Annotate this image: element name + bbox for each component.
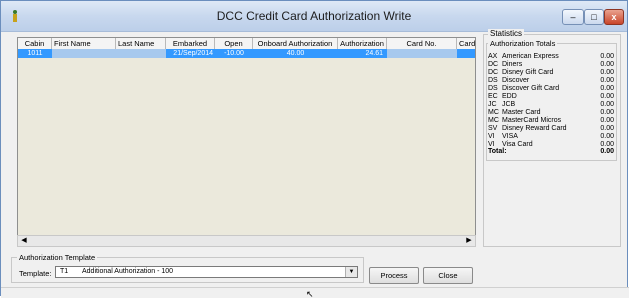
stat-row: SV Disney Reward Card 0.00 <box>488 125 614 133</box>
stat-code: AX <box>488 53 498 60</box>
mouse-cursor-icon: ↖ <box>306 289 314 299</box>
stat-name: Discover <box>502 77 530 84</box>
stat-value: 0.00 <box>600 77 614 84</box>
stat-value: 0.00 <box>600 69 614 76</box>
maximize-icon: □ <box>591 12 597 22</box>
stat-value: 0.00 <box>600 117 614 124</box>
stat-row: AX American Express 0.00 <box>488 53 614 61</box>
close-button[interactable]: Close <box>423 267 473 284</box>
scroll-right-icon[interactable]: ▶ <box>463 236 475 246</box>
stat-name: Disney Reward Card <box>502 125 567 132</box>
stat-name: MasterCard Micros <box>502 117 562 124</box>
stat-name: Discover Gift Card <box>502 85 560 92</box>
statistics-caption: Statistics <box>488 29 525 38</box>
cell-card <box>457 49 475 58</box>
stat-row: DS Discover 0.00 <box>488 77 614 85</box>
minimize-icon: – <box>570 12 576 22</box>
authorization-template-group: Authorization Template Template: T1 Addi… <box>11 253 364 283</box>
stat-code: JC <box>488 101 497 108</box>
column-header-onboard-authorization[interactable]: Onboard Authorization <box>253 38 338 49</box>
column-header-first-name[interactable]: First Name <box>52 38 116 49</box>
stat-code: SV <box>488 125 498 132</box>
status-bar <box>1 287 629 298</box>
minimize-button[interactable]: – <box>562 9 584 25</box>
stat-code: DC <box>488 69 499 76</box>
cell-open: -10.00 <box>215 49 253 58</box>
stat-value: 0.00 <box>600 101 614 108</box>
close-window-button[interactable]: x <box>604 9 624 25</box>
column-header-authorization[interactable]: Authorization <box>338 38 387 49</box>
template-select[interactable]: T1 Additional Authorization - 100 ▼ <box>55 266 358 278</box>
stat-value: 0.00 <box>600 93 614 100</box>
cell-card-no <box>387 49 457 58</box>
total-label: Total: <box>488 148 507 155</box>
cell-first-name <box>52 49 116 58</box>
column-header-last-name[interactable]: Last Name <box>116 38 166 49</box>
stat-row: EC EDD 0.00 <box>488 93 614 101</box>
horizontal-scrollbar[interactable]: ◀ ▶ <box>17 235 476 247</box>
scroll-left-icon[interactable]: ◀ <box>18 236 30 246</box>
total-value: 0.00 <box>600 148 614 155</box>
column-header-cabin[interactable]: Cabin <box>18 38 52 49</box>
total-row: Total: 0.00 <box>488 147 614 156</box>
maximize-button[interactable]: □ <box>584 9 604 25</box>
table-row[interactable]: 1011 21/Sep/2014 -10.00 40.00 24.61 <box>18 49 475 58</box>
cell-authorization: 24.61 <box>338 49 387 58</box>
stat-name: JCB <box>502 101 516 108</box>
template-label: Template: <box>19 269 52 278</box>
stat-row: DC Diners 0.00 <box>488 61 614 69</box>
template-caption: Authorization Template <box>17 253 98 262</box>
cell-cabin: 1011 <box>18 49 52 58</box>
column-header-card[interactable]: Card <box>457 38 475 49</box>
column-header-embarked[interactable]: Embarked <box>166 38 215 49</box>
chevron-down-icon[interactable]: ▼ <box>345 267 357 277</box>
column-header-open[interactable]: Open <box>215 38 253 49</box>
window-title: DCC Credit Card Authorization Write <box>216 9 412 23</box>
stat-row: DC Disney Gift Card 0.00 <box>488 69 614 77</box>
guest-grid[interactable]: Cabin First Name Last Name Embarked Open… <box>17 37 476 247</box>
stat-value: 0.00 <box>600 133 614 140</box>
stat-code: VI <box>488 133 495 140</box>
authorization-totals-caption: Authorization Totals <box>488 39 558 48</box>
statistics-panel: Statistics Authorization Totals AX Americ… <box>480 29 621 247</box>
stat-value: 0.00 <box>600 85 614 92</box>
stat-row: MC MasterCard Micros 0.00 <box>488 117 614 125</box>
stat-name: Master Card <box>502 109 541 116</box>
stat-name: EDD <box>502 93 517 100</box>
stat-row: DS Discover Gift Card 0.00 <box>488 85 614 93</box>
stat-code: DS <box>488 77 498 84</box>
stat-name: American Express <box>502 53 559 60</box>
cell-onboard-authorization: 40.00 <box>253 49 338 58</box>
stat-name: VISA <box>502 133 518 140</box>
close-icon: x <box>611 12 617 22</box>
template-description: Additional Authorization - 100 <box>82 268 174 275</box>
cell-embarked: 21/Sep/2014 <box>166 49 215 58</box>
stat-row: MC Master Card 0.00 <box>488 109 614 117</box>
stat-code: MC <box>488 109 499 116</box>
stat-code: MC <box>488 117 499 124</box>
template-code: T1 <box>60 268 69 275</box>
stat-code: DC <box>488 61 499 68</box>
stat-value: 0.00 <box>600 61 614 68</box>
stat-value: 0.00 <box>600 109 614 116</box>
stat-row: JC JCB 0.00 <box>488 101 614 109</box>
main-window: DCC Credit Card Authorization Write – □ … <box>0 0 629 299</box>
stat-code: EC <box>488 93 498 100</box>
process-button[interactable]: Process <box>369 267 419 284</box>
stat-row: VI VISA 0.00 <box>488 133 614 141</box>
stat-value: 0.00 <box>600 53 614 60</box>
title-bar[interactable]: DCC Credit Card Authorization Write – □ … <box>1 1 627 32</box>
stat-value: 0.00 <box>600 125 614 132</box>
stat-name: Disney Gift Card <box>502 69 554 76</box>
stat-code: DS <box>488 85 498 92</box>
cell-last-name <box>116 49 166 58</box>
stat-name: Diners <box>502 61 523 68</box>
column-header-card-no[interactable]: Card No. <box>387 38 457 49</box>
